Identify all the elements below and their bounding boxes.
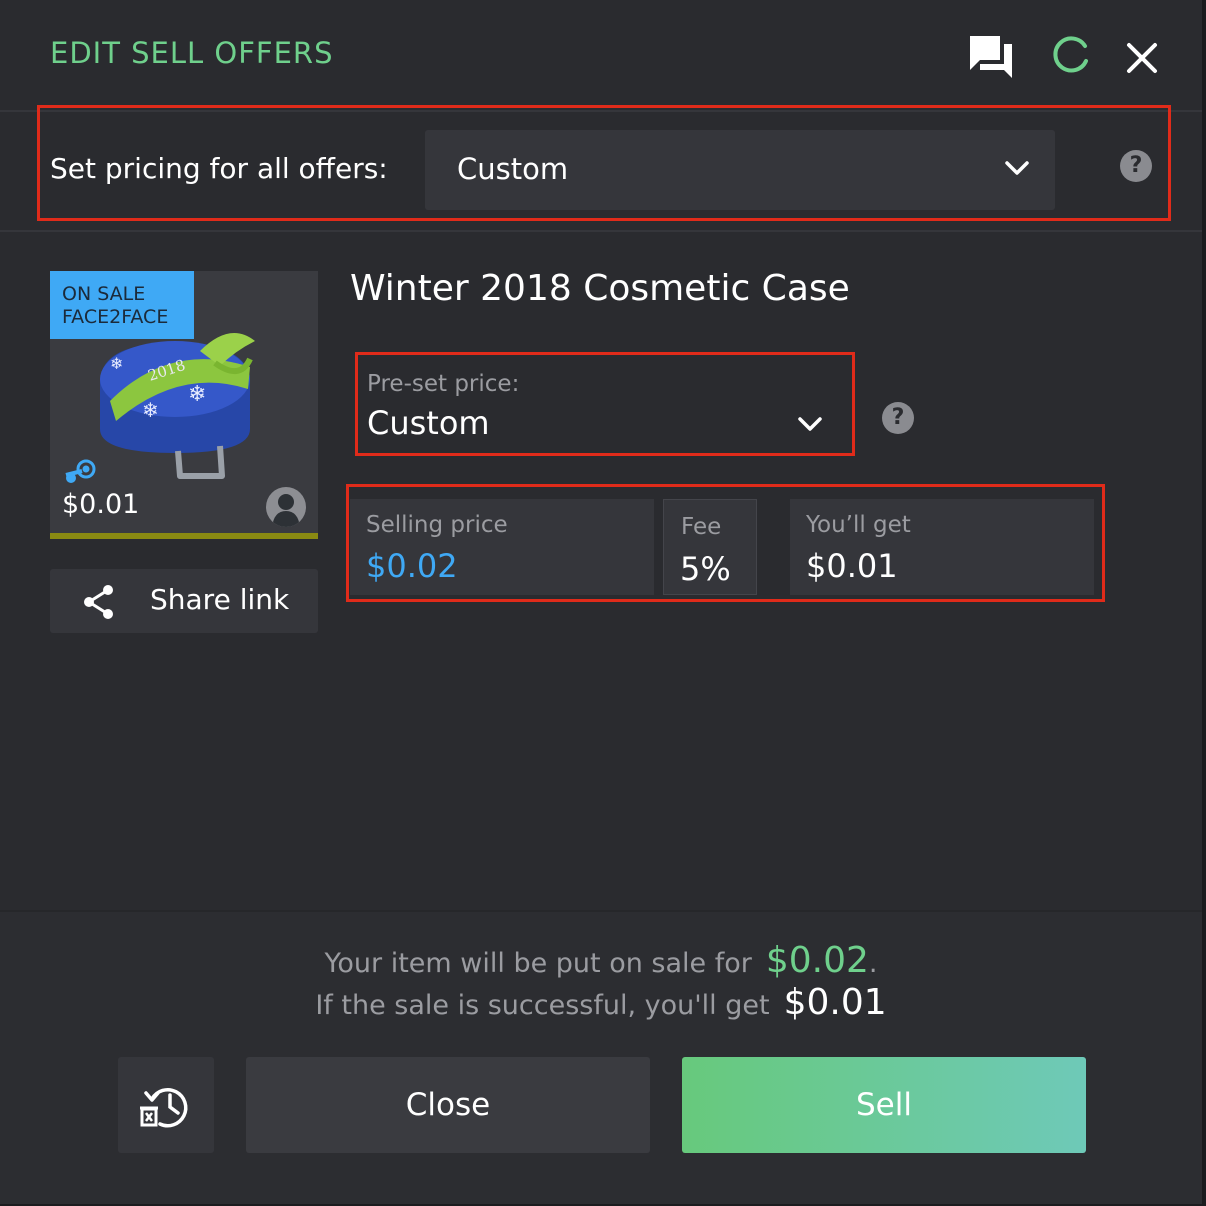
- summary-period: .: [868, 948, 878, 979]
- item-name: Winter 2018 Cosmetic Case: [350, 268, 850, 309]
- summary-line1-text: Your item will be put on sale for: [324, 948, 752, 979]
- svg-text:❄: ❄: [142, 398, 159, 422]
- on-sale-badge: ON SALE FACE2FACE: [50, 271, 194, 339]
- share-link-button[interactable]: Share link: [50, 569, 318, 633]
- badge-line2: FACE2FACE: [62, 306, 169, 328]
- close-button[interactable]: Close: [246, 1057, 650, 1153]
- sell-button[interactable]: Sell: [682, 1057, 1086, 1153]
- close-icon[interactable]: [1118, 30, 1168, 80]
- chat-icon[interactable]: [966, 30, 1016, 80]
- edit-sell-offers-dialog: EDIT SELL OFFERS Set pricing for all off…: [0, 0, 1204, 1204]
- dialog-header: EDIT SELL OFFERS: [0, 0, 1202, 112]
- share-link-label: Share link: [150, 583, 290, 616]
- preset-help-icon[interactable]: ?: [882, 402, 914, 434]
- history-delete-icon: [140, 1088, 188, 1128]
- item-card[interactable]: 2018 ❄ ❄ ❄ ON SALE FACE2FACE $0.01: [50, 271, 318, 539]
- svg-text:❄: ❄: [110, 354, 123, 373]
- summary-line-2: If the sale is successful, you'll get $0.…: [0, 982, 1202, 1023]
- badge-line1: ON SALE: [62, 283, 146, 305]
- summary-line-1: Your item will be put on sale for $0.02.: [0, 940, 1202, 981]
- dialog-title: EDIT SELL OFFERS: [50, 36, 334, 70]
- user-silhouette-icon: [272, 494, 300, 527]
- refresh-icon[interactable]: [1046, 30, 1096, 80]
- summary-sale-amount: $0.02: [765, 940, 869, 981]
- item-rarity-bar: [50, 533, 318, 539]
- steam-icon: [65, 459, 96, 483]
- highlight-pricing-all: [37, 105, 1171, 221]
- summary-line2-text: If the sale is successful, you'll get: [315, 990, 770, 1021]
- highlight-price-fields: [346, 484, 1105, 602]
- highlight-preset-price: [355, 352, 855, 456]
- history-button[interactable]: [118, 1057, 214, 1153]
- svg-text:❄: ❄: [188, 382, 206, 407]
- summary-get-amount: $0.01: [783, 982, 887, 1023]
- avatar[interactable]: [266, 487, 306, 527]
- item-price: $0.01: [62, 489, 140, 520]
- share-icon: [84, 585, 113, 619]
